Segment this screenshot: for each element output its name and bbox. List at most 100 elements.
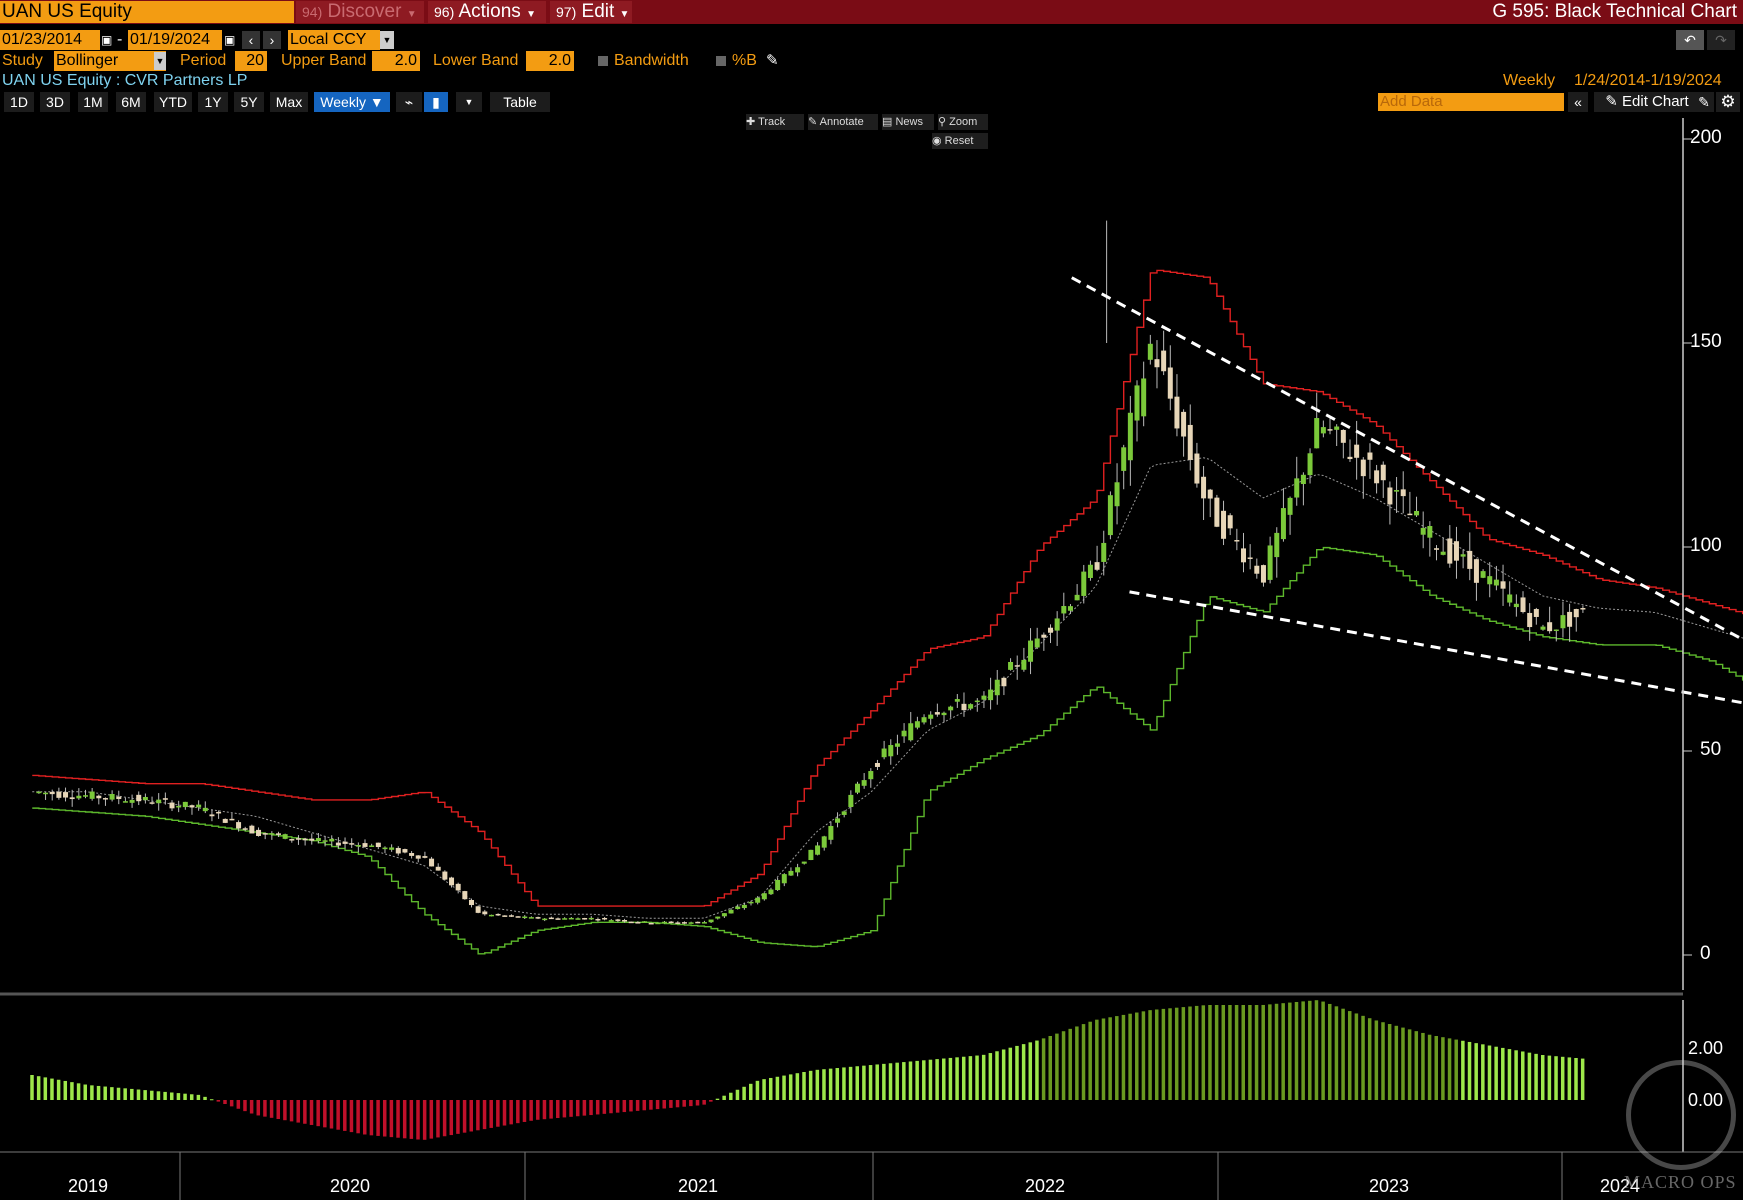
start-date-field[interactable]: 01/23/2014 [0,30,100,50]
candle-body [136,794,142,802]
pctb-bar [922,1060,926,1100]
candle-body [1274,532,1280,558]
candle-body [815,845,821,855]
pctb-bar [815,1069,820,1100]
pctb-bar [369,1100,374,1136]
pctb-bar [1394,1025,1399,1100]
candle-body [1061,606,1067,614]
chevron-down-icon[interactable]: ▼ [380,31,394,49]
redo-icon[interactable]: ↷ [1707,30,1735,50]
candle-body [1513,603,1519,608]
timeframe-5y[interactable]: 5Y [234,92,264,112]
timeframe-ytd[interactable]: YTD [154,92,192,112]
pctb-bar [569,1100,573,1117]
calendar-icon[interactable]: ▣ [101,30,112,50]
ticker-input[interactable]: UAN US Equity [0,1,294,23]
candle-body [761,893,767,900]
timeframe-3d[interactable]: 3D [40,92,70,112]
candle-body [1560,615,1566,629]
candle-body [948,706,954,711]
candle-body [1008,661,1014,670]
candle-body [1087,564,1093,578]
pctb-bar [1168,1008,1172,1100]
bandwidth-label: Bandwidth [614,52,689,69]
table-button[interactable]: Table [490,92,550,112]
pctb-bar [875,1064,879,1100]
function-title: G 595: Black Technical Chart [1492,1,1737,22]
actions-menu[interactable]: 96) Actions ▼ [428,1,546,23]
pctb-checkbox[interactable]: %B [716,51,757,71]
pctb-bar [1521,1051,1525,1100]
candle-body [269,833,275,835]
timeframe-6m[interactable]: 6M [116,92,146,112]
candle-body [708,919,714,923]
candle-body [395,847,401,854]
trendline [1071,276,1743,642]
pctb-bar [1481,1044,1485,1100]
pctb-bar [1547,1055,1552,1100]
lower-band-input[interactable]: 2.0 [526,51,574,71]
candlestick-icon[interactable]: ▮ [424,92,448,112]
candle-body [648,922,654,925]
candle-body [63,792,69,798]
candle-body [508,915,514,917]
candle-body [974,700,980,703]
line-chart-icon[interactable]: ⌁ [396,92,422,112]
add-data-input[interactable]: Add Data [1378,93,1564,111]
pctb-bar [209,1099,214,1101]
candle-body [236,822,242,829]
pctb-bar [1135,1012,1139,1100]
undo-icon[interactable]: ↶ [1676,30,1704,50]
candle-body [661,921,667,924]
pctb-bar [1148,1010,1152,1100]
calendar-icon[interactable]: ▣ [224,30,235,50]
study-select[interactable]: Bollinger [54,51,166,71]
x-tick-label: 2019 [68,1176,109,1196]
pctb-bar [196,1094,201,1100]
end-date-field[interactable]: 01/19/2024 [128,30,222,50]
discover-menu[interactable]: 94) Discover ▼ [296,1,424,23]
period-label: Period [180,52,227,69]
pctb-bar [130,1088,134,1100]
pctb-bar [682,1100,686,1107]
edit-icon[interactable]: ✎ [1694,92,1714,112]
pctb-bar [476,1100,480,1131]
chevron-down-icon[interactable]: ▼ [154,52,166,70]
edit-chart-button[interactable]: ✎ Edit Chart [1594,92,1700,112]
candle-body [415,855,421,859]
frequency-select[interactable]: Weekly ▼ [314,92,390,112]
currency-select[interactable]: Local CCY [288,30,380,50]
pencil-icon[interactable]: ✎ [766,51,779,71]
pctb-bar [416,1100,420,1140]
chevron-down-icon[interactable]: ▼ [456,92,482,112]
timeframe-1y[interactable]: 1Y [198,92,228,112]
candle-body [848,794,854,808]
candle-body [715,916,721,919]
next-period-button[interactable]: › [263,31,281,49]
candle-body [222,818,228,823]
candle-body [1467,550,1473,569]
pctb-bar [116,1087,121,1100]
pctb-bar [868,1065,873,1100]
candle-body [548,917,554,920]
timeframe-max[interactable]: Max [270,92,308,112]
period-input[interactable]: 20 [235,51,267,71]
bandwidth-checkbox[interactable]: Bandwidth [598,51,689,71]
candle-body [1067,606,1073,611]
pctb-bar [635,1100,640,1111]
candle-body [1034,638,1040,648]
collapse-icon[interactable]: « [1568,92,1588,112]
price-chart[interactable] [0,118,1743,1200]
upper-band-input[interactable]: 2.0 [372,51,420,71]
candle-body [402,849,408,853]
candle-body [1121,447,1127,471]
timeframe-1m[interactable]: 1M [78,92,108,112]
pctb-bar [1381,1022,1385,1100]
prev-period-button[interactable]: ‹ [242,31,260,49]
pctb-bar [176,1093,181,1100]
pctb-bar [762,1079,766,1100]
edit-menu[interactable]: 97) Edit ▼ [550,1,632,23]
timeframe-1d[interactable]: 1D [4,92,34,112]
candle-body [688,922,694,924]
gear-icon[interactable]: ⚙ [1716,92,1740,112]
